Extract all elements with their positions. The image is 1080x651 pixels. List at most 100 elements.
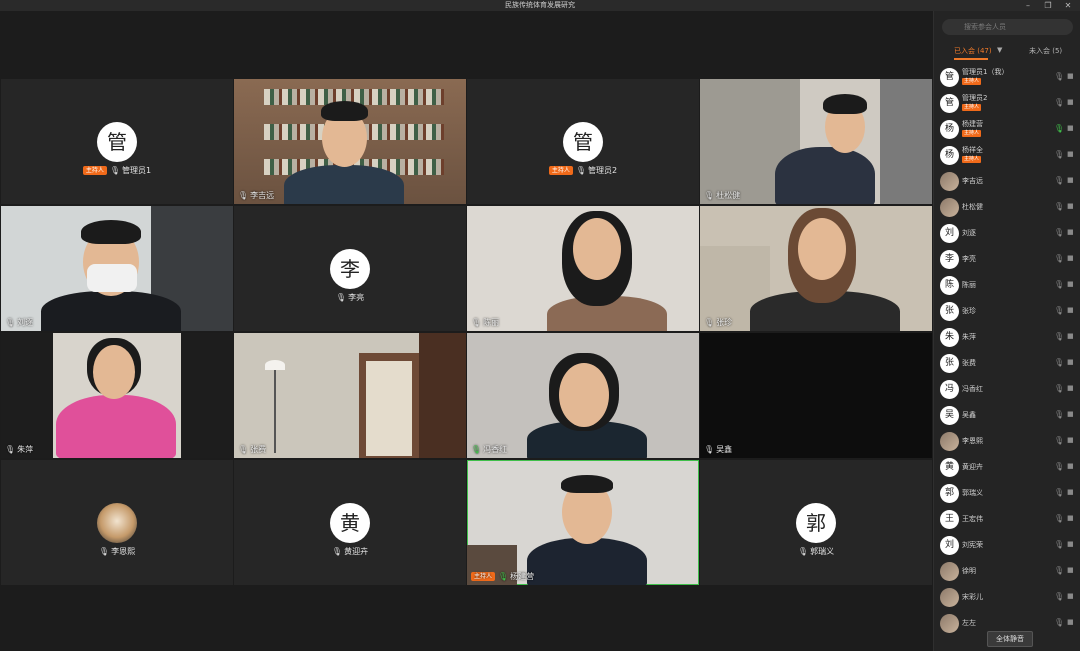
video-tile[interactable]: 管 主持人 🎙 管理员1: [1, 79, 233, 204]
mic-muted-icon[interactable]: 🎙: [1054, 332, 1064, 341]
mic-on-icon[interactable]: 🎙: [1054, 124, 1064, 133]
video-tile[interactable]: 🎙 张费: [234, 333, 466, 458]
video-tile[interactable]: 郭 🎙 郭瑞义: [700, 460, 932, 585]
search-input[interactable]: 搜索参会人员: [942, 19, 1073, 35]
participant-row[interactable]: 管管理员2 主持人 🎙 ■: [934, 91, 1080, 117]
camera-icon[interactable]: ■: [1067, 150, 1074, 158]
camera-icon[interactable]: ■: [1067, 358, 1074, 366]
mic-muted-icon[interactable]: 🎙: [1054, 98, 1064, 107]
camera-icon[interactable]: ■: [1067, 98, 1074, 106]
camera-icon[interactable]: ■: [1067, 124, 1074, 132]
participant-row[interactable]: 管管理员1（我） 主持人 🎙 ■: [934, 65, 1080, 91]
video-tile[interactable]: 🎙 张珍: [700, 206, 932, 331]
camera-icon[interactable]: ■: [1067, 384, 1074, 392]
host-badge: 主持人: [82, 166, 107, 175]
video-tile-active-speaker[interactable]: 主持人 🎙 杨建营: [467, 460, 699, 585]
video-tile[interactable]: 🎙 吴鑫: [700, 333, 932, 458]
participant-row[interactable]: 吴吴鑫 🎙 ■: [934, 403, 1080, 429]
video-tile[interactable]: 🎙 杜松健: [700, 79, 932, 204]
participant-row[interactable]: 刘刘宪荣 🎙 ■: [934, 533, 1080, 559]
participant-row[interactable]: 宋彩儿 🎙 ■: [934, 585, 1080, 611]
camera-icon[interactable]: ■: [1067, 436, 1074, 444]
camera-icon[interactable]: ■: [1067, 280, 1074, 288]
doorway: [366, 361, 412, 456]
avatar: 吴: [940, 406, 959, 425]
participant-row[interactable]: 王王宏伟 🎙 ■: [934, 507, 1080, 533]
mic-muted-icon[interactable]: 🎙: [1054, 514, 1064, 523]
camera-icon[interactable]: ■: [1067, 202, 1074, 210]
participant-row[interactable]: 杨杨建营 主持人 🎙 ■: [934, 117, 1080, 143]
participant-row[interactable]: 郭郭瑞义 🎙 ■: [934, 481, 1080, 507]
mic-muted-icon[interactable]: 🎙: [1054, 72, 1064, 81]
mic-muted-icon[interactable]: 🎙: [1054, 618, 1064, 627]
participant-row[interactable]: 杨杨祥全 主持人 🎙 ■: [934, 143, 1080, 169]
participant-row[interactable]: 李吉远 🎙 ■: [934, 169, 1080, 195]
video-tile[interactable]: 🎙 李恩熙: [1, 460, 233, 585]
mic-muted-icon[interactable]: 🎙: [1054, 436, 1064, 445]
mic-muted-icon[interactable]: 🎙: [1054, 566, 1064, 575]
camera-icon[interactable]: ■: [1067, 488, 1074, 496]
camera-icon[interactable]: ■: [1067, 540, 1074, 548]
camera-icon[interactable]: ■: [1067, 72, 1074, 80]
camera-icon[interactable]: ■: [1067, 306, 1074, 314]
mic-muted-icon[interactable]: 🎙: [1054, 462, 1064, 471]
mic-muted-icon[interactable]: 🎙: [1054, 592, 1064, 601]
mic-muted-icon[interactable]: 🎙: [1054, 228, 1064, 237]
video-tile[interactable]: 🎙 李吉远: [234, 79, 466, 204]
mic-muted-icon[interactable]: 🎙: [1054, 202, 1064, 211]
camera-icon[interactable]: ■: [1067, 332, 1074, 340]
tab-not-joined[interactable]: 未入会 (5): [1029, 42, 1062, 60]
participant-row[interactable]: 朱朱萍 🎙 ■: [934, 325, 1080, 351]
mute-all-button[interactable]: 全体静音: [987, 631, 1033, 647]
close-button[interactable]: ✕: [1058, 0, 1078, 11]
video-tile[interactable]: 🎙 刘逐: [1, 206, 233, 331]
camera-icon[interactable]: ■: [1067, 514, 1074, 522]
mic-muted-icon[interactable]: 🎙: [1054, 488, 1064, 497]
camera-icon[interactable]: ■: [1067, 228, 1074, 236]
camera-icon[interactable]: ■: [1067, 462, 1074, 470]
mic-muted-icon[interactable]: 🎙: [1054, 540, 1064, 549]
minimize-button[interactable]: –: [1018, 0, 1038, 11]
camera-icon[interactable]: ■: [1067, 254, 1074, 262]
participant-name: 朱萍: [962, 333, 976, 341]
mic-muted-icon[interactable]: 🎙: [1054, 280, 1064, 289]
mic-muted-icon[interactable]: 🎙: [1054, 306, 1064, 315]
video-tile[interactable]: 🎙 陈丽: [467, 206, 699, 331]
camera-icon[interactable]: ■: [1067, 566, 1074, 574]
participant-name: 朱萍: [17, 445, 34, 454]
mic-muted-icon[interactable]: 🎙: [1054, 176, 1064, 185]
mic-muted-icon[interactable]: 🎙: [1054, 410, 1064, 419]
participant-label: 🎙 郭瑞义: [700, 546, 932, 557]
video-tile[interactable]: 黄 🎙 黄迎卉: [234, 460, 466, 585]
video-tile[interactable]: 🎙 冯香红: [467, 333, 699, 458]
active-tab-indicator: [954, 58, 988, 60]
video-tile[interactable]: 李 🎙 李亮: [234, 206, 466, 331]
camera-icon[interactable]: ■: [1067, 176, 1074, 184]
participant-label: 🎙 李吉远: [238, 190, 274, 201]
participant-name: 陈丽: [483, 318, 500, 327]
participant-row[interactable]: 杜松健 🎙 ■: [934, 195, 1080, 221]
participant-row[interactable]: 黄黄迎卉 🎙 ■: [934, 455, 1080, 481]
participant-row[interactable]: 李李亮 🎙 ■: [934, 247, 1080, 273]
maximize-button[interactable]: ❐: [1038, 0, 1058, 11]
camera-icon[interactable]: ■: [1067, 592, 1074, 600]
participant-label: 🎙 张珍: [704, 317, 732, 328]
participant-row[interactable]: 陈陈丽 🎙 ■: [934, 273, 1080, 299]
participant-row[interactable]: 徐明 🎙 ■: [934, 559, 1080, 585]
mic-muted-icon[interactable]: 🎙: [1054, 150, 1064, 159]
mic-muted-icon[interactable]: 🎙: [1054, 384, 1064, 393]
participant-row[interactable]: 张张珍 🎙 ■: [934, 299, 1080, 325]
person-head: [798, 218, 846, 280]
video-tile[interactable]: 管 主持人 🎙 管理员2: [467, 79, 699, 204]
participant-row[interactable]: 张张费 🎙 ■: [934, 351, 1080, 377]
participant-row[interactable]: 冯冯香红 🎙 ■: [934, 377, 1080, 403]
camera-icon[interactable]: ■: [1067, 410, 1074, 418]
mic-muted-icon[interactable]: 🎙: [1054, 254, 1064, 263]
mic-muted-icon[interactable]: 🎙: [1054, 358, 1064, 367]
camera-icon[interactable]: ■: [1067, 618, 1074, 626]
participant-row[interactable]: 刘刘逐 🎙 ■: [934, 221, 1080, 247]
floor-lamp: [274, 363, 276, 453]
filter-icon[interactable]: ▼: [997, 46, 1002, 54]
video-tile[interactable]: 🎙 朱萍: [1, 333, 233, 458]
participant-row[interactable]: 李恩熙 🎙 ■: [934, 429, 1080, 455]
